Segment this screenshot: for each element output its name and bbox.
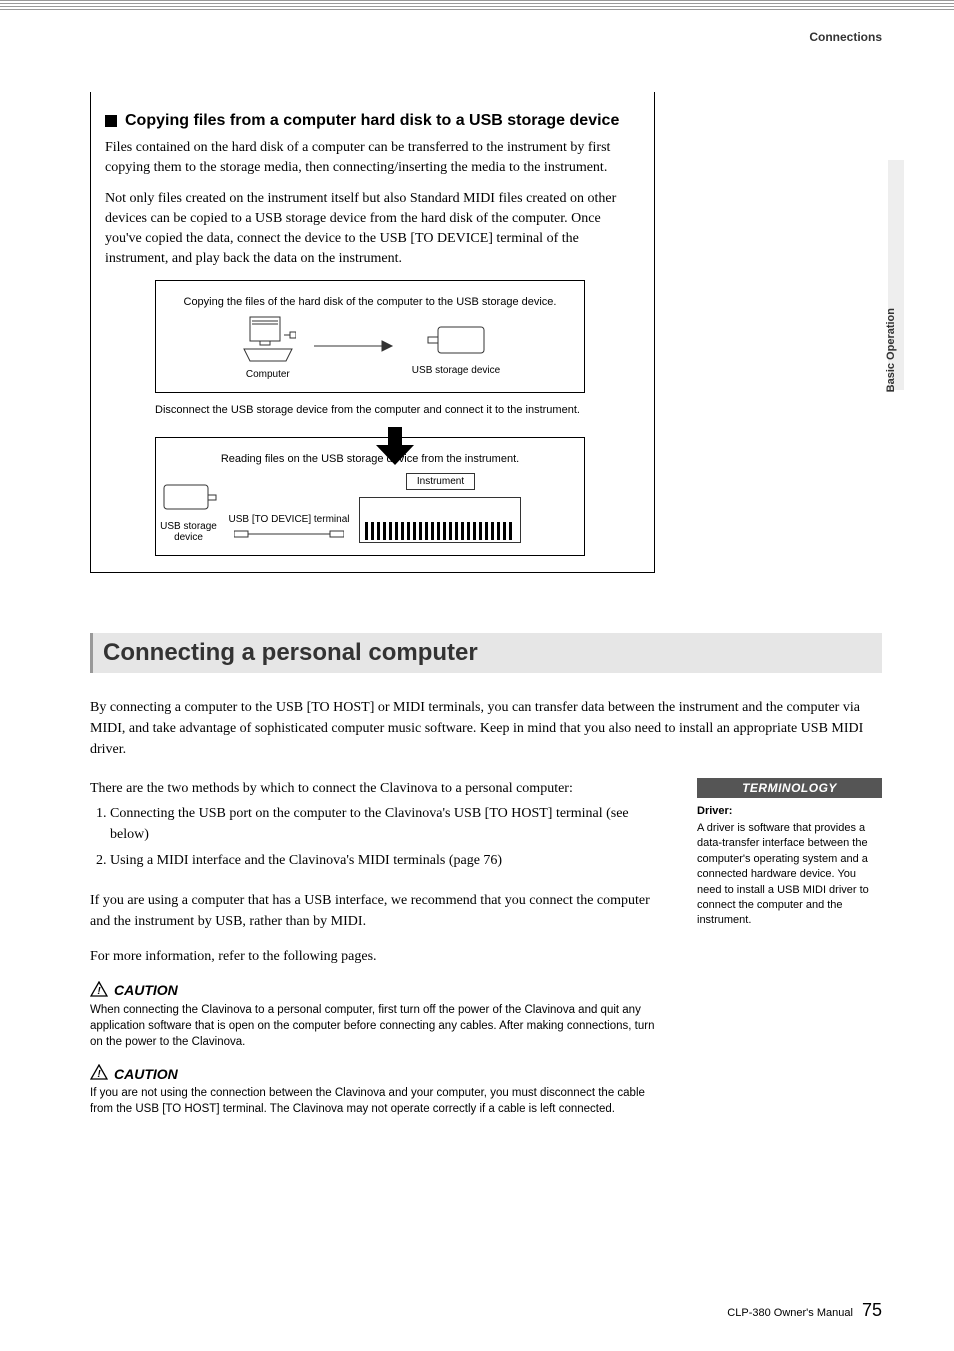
more-info: For more information, refer to the follo…	[90, 946, 669, 967]
caution-heading-2: ! CAUTION	[90, 1064, 669, 1083]
diagram: Copying the files of the hard disk of th…	[155, 280, 585, 556]
page-footer: CLP-380 Owner's Manual 75	[727, 1300, 882, 1321]
usb-recommendation: If you are using a computer that has a U…	[90, 890, 669, 932]
diagram-bottom-caption: Reading files on the USB storage device …	[164, 452, 576, 466]
method-item-2: Using a MIDI interface and the Clavinova…	[110, 850, 669, 872]
main-column: There are the two methods by which to co…	[90, 778, 669, 1126]
terminology-header: TERMINOLOGY	[697, 778, 882, 798]
terminology-text: A driver is software that provides a dat…	[697, 822, 869, 926]
caution-label-1: CAUTION	[114, 982, 178, 998]
warning-triangle-icon: !	[90, 1064, 108, 1083]
usb-device-icon-2	[160, 479, 218, 518]
boxed-para-2: Not only files created on the instrument…	[105, 189, 640, 270]
caution-body-1: When connecting the Clavinova to a perso…	[90, 1002, 669, 1050]
warning-triangle-icon: !	[90, 981, 108, 1000]
piano-keys-icon	[365, 522, 515, 540]
page-number: 75	[862, 1300, 882, 1320]
instrument-label: Instrument	[406, 473, 475, 490]
breadcrumb: Connections	[90, 30, 882, 44]
svg-text:!: !	[97, 986, 101, 997]
computer-label: Computer	[246, 369, 290, 380]
methods-list: Connecting the USB port on the computer …	[90, 803, 669, 872]
terminology-term: Driver:	[697, 804, 882, 819]
usb-device-label: USB storage device	[412, 365, 500, 376]
boxed-title-text: Copying files from a computer hard disk …	[125, 112, 619, 130]
decorative-top-rules	[0, 0, 954, 12]
section-intro: By connecting a computer to the USB [TO …	[90, 697, 882, 760]
caution-label-2: CAUTION	[114, 1066, 178, 1082]
instrument-icon	[359, 497, 521, 543]
svg-text:!: !	[97, 1069, 101, 1080]
methods-intro: There are the two methods by which to co…	[90, 778, 669, 799]
usb-terminal-label: USB [TO DEVICE] terminal	[229, 514, 350, 525]
diagram-top-caption: Copying the files of the hard disk of th…	[164, 295, 576, 309]
boxed-para-1: Files contained on the hard disk of a co…	[105, 138, 640, 179]
terminology-body: Driver: A driver is software that provid…	[697, 804, 882, 929]
cable-icon	[234, 528, 344, 543]
boxed-section-title: Copying files from a computer hard disk …	[105, 112, 640, 130]
square-bullet-icon	[105, 115, 117, 127]
usb-device-icon	[424, 319, 488, 362]
section-heading-bar: Connecting a personal computer	[90, 633, 882, 673]
arrow-right-icon	[314, 337, 394, 358]
caution-body-2: If you are not using the connection betw…	[90, 1085, 669, 1117]
diagram-top-box: Copying the files of the hard disk of th…	[155, 280, 585, 393]
method-item-1: Connecting the USB port on the computer …	[110, 803, 669, 846]
diagram-mid-text: Disconnect the USB storage device from t…	[155, 403, 585, 417]
sidebar-terminology: TERMINOLOGY Driver: A driver is software…	[697, 778, 882, 929]
boxed-section: Copying files from a computer hard disk …	[90, 92, 655, 573]
manual-name: CLP-380 Owner's Manual	[727, 1307, 853, 1319]
caution-heading-1: ! CAUTION	[90, 981, 669, 1000]
section-title: Connecting a personal computer	[103, 639, 872, 667]
usb-storage-short-label: USB storage device	[159, 521, 219, 543]
computer-icon	[240, 315, 296, 366]
diagram-bottom-box: Reading files on the USB storage device …	[155, 437, 585, 555]
